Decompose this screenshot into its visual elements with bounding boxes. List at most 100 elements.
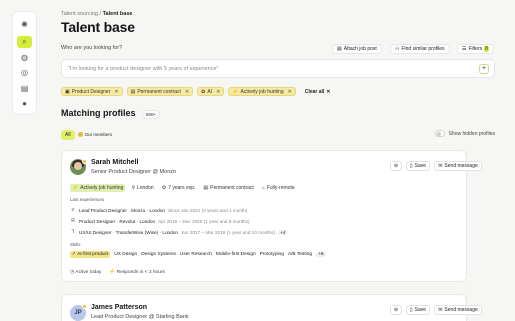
active-filters: ▣ Product Designer ✕ ▤ Permanent contract ✕ …: [61, 87, 331, 96]
filter-chip[interactable]: ⚡ Actively job hunting ✕: [228, 87, 296, 96]
breadcrumb-current: Talent base: [102, 11, 133, 17]
lightning-icon: ⚡: [232, 88, 239, 95]
skill-chip: UX Design: [114, 252, 138, 257]
location-icon: ⚲: [131, 185, 135, 191]
experience-icon: ⚙: [161, 185, 167, 191]
lightning-icon: ⚡: [72, 185, 79, 191]
tag-remote: ⌂ Fully-remote: [261, 185, 295, 191]
profile-name[interactable]: Sarah Mitchell: [91, 159, 138, 166]
profile-role: Lead Product Designer @ Starling Bank: [91, 314, 189, 320]
revolut-logo-icon: R: [71, 218, 75, 224]
close-icon[interactable]: ✕: [216, 89, 220, 95]
find-similar-button[interactable]: ⚇ Find similar profiles: [390, 44, 450, 54]
more-experiences-badge[interactable]: +4: [278, 229, 288, 235]
filters-button[interactable]: ☰ Filters 8: [457, 44, 494, 54]
document-icon[interactable]: ▤: [17, 82, 32, 94]
tag-experience: ⚙ 7 years exp.: [161, 185, 196, 191]
close-icon[interactable]: ✕: [288, 89, 292, 95]
search-icon[interactable]: ⌕: [17, 36, 32, 48]
filters-count-badge: 8: [484, 46, 489, 52]
filter-chip[interactable]: ▣ Product Designer ✕: [61, 87, 123, 96]
filter-chip[interactable]: ✿ AI ✕: [197, 87, 225, 96]
skill-chip: Mobile-first Design: [215, 252, 256, 257]
hide-button[interactable]: ⊘: [390, 161, 402, 171]
clear-all-button[interactable]: Clear all ✕: [305, 89, 331, 95]
send-message-button[interactable]: ✉ Send message: [434, 161, 482, 171]
brain-icon: ✿: [201, 88, 206, 95]
close-icon[interactable]: ✕: [185, 89, 189, 95]
user-avatar-icon[interactable]: ●: [17, 97, 32, 109]
wise-logo-icon: ⅂: [71, 229, 75, 235]
segment-all[interactable]: All: [61, 129, 75, 140]
skill-chip: Design Systems: [141, 252, 176, 257]
contract-icon: ▤: [130, 88, 136, 95]
page-title: Talent base: [61, 19, 135, 35]
skills-list: ✓ AI-first product UX Design Design Syst…: [70, 251, 326, 258]
save-button[interactable]: ▯ Save: [406, 305, 430, 315]
profile-footer: ◷ Active today ⚡ Responds in < 3 hours: [70, 270, 165, 275]
contract-icon: ▤: [203, 185, 209, 191]
search-placeholder: "I'm looking for a product designer with…: [68, 66, 219, 72]
hide-button[interactable]: ⊘: [390, 305, 402, 315]
profile-name[interactable]: James Patterson: [91, 304, 147, 311]
member-badge: [82, 159, 87, 164]
profile-tags: ⚡ Actively job hunting ⚲ London ⚙ 7 years e…: [70, 184, 297, 192]
profile-card[interactable]: JP James Patterson Lead Product Designer…: [61, 294, 482, 321]
skill-chip: ✓ AI-first product: [70, 251, 111, 258]
bookmark-icon: ▯: [409, 163, 413, 169]
skill-chip: A/B Testing: [287, 252, 313, 257]
response-time: ⚡ Responds in < 3 hours: [109, 270, 165, 275]
people-icon: ⚇: [395, 46, 400, 52]
save-button[interactable]: ▯ Save: [406, 161, 430, 171]
experience-item: ⅂ UX/UI Designer · TransferWise (Wise) · …: [71, 229, 288, 235]
skill-chip: User Research: [179, 252, 212, 257]
clock-icon: ◷: [70, 270, 75, 275]
attach-job-post-button[interactable]: ▤ Attach job post: [332, 44, 382, 54]
search-input[interactable]: "I'm looking for a product designer with…: [61, 59, 495, 78]
remote-icon: ⌂: [261, 185, 265, 191]
tag-job-hunting: ⚡ Actively job hunting: [70, 184, 126, 192]
segment-control: All Our members: [61, 129, 112, 140]
experience-label: Last experiences: [70, 197, 105, 202]
eye-off-icon: ⊘: [393, 163, 399, 169]
message-icon: ✉: [438, 307, 443, 313]
add-button[interactable]: +: [479, 64, 489, 74]
section-title: Matching profiles: [61, 108, 136, 118]
profile-role: Senior Product Designer @ Monzo: [91, 169, 177, 175]
logo-icon[interactable]: ✺: [17, 18, 32, 30]
profile-card[interactable]: Sarah Mitchell Senior Product Designer @…: [61, 150, 482, 282]
filter-chip[interactable]: ▤ Permanent contract ✕: [126, 87, 194, 96]
skill-chip: Prototyping: [259, 252, 284, 257]
search-prompt: Who are you looking for?: [61, 45, 123, 51]
target-icon[interactable]: ◎: [17, 66, 32, 78]
experience-item: R Product Designer · Revolut · London Apr …: [71, 218, 250, 224]
tag-contract: ▤ Permanent contract: [203, 185, 254, 191]
tag-location: ⚲ London: [131, 185, 154, 191]
send-message-button[interactable]: ✉ Send message: [434, 305, 482, 315]
briefcase-icon: ▣: [65, 88, 70, 95]
member-badge: [82, 304, 87, 309]
monzo-logo-icon: ≡: [71, 207, 75, 213]
close-icon: ✕: [326, 88, 331, 95]
globe-icon[interactable]: ◍: [17, 51, 32, 63]
close-icon[interactable]: ✕: [114, 89, 118, 95]
activity-status: ◷ Active today: [70, 270, 102, 275]
breadcrumb: Talent sourcing / Talent base: [61, 11, 132, 17]
breadcrumb-separator: /: [99, 11, 102, 17]
hidden-profiles-toggle[interactable]: Show hidden profiles: [434, 130, 495, 137]
skills-label: Skills: [70, 242, 81, 247]
eye-off-icon: ⊘: [393, 307, 399, 313]
members-icon: [77, 132, 83, 137]
lightning-icon: ⚡: [109, 270, 116, 275]
toggle-switch[interactable]: [434, 130, 445, 137]
filters-icon: ☰: [462, 46, 467, 52]
experience-item: ≡ Lead Product Designer · Monzo · London S…: [71, 207, 248, 213]
message-icon: ✉: [438, 163, 443, 169]
bookmark-icon: ▯: [409, 307, 413, 313]
breadcrumb-parent[interactable]: Talent sourcing: [61, 11, 98, 17]
results-count-badge: 500+: [142, 110, 161, 119]
attach-icon: ▤: [337, 46, 342, 52]
segment-members[interactable]: Our members: [77, 132, 112, 137]
more-skills-badge[interactable]: +6: [316, 252, 326, 257]
side-rail: ✺ ⌕ ◍ ◎ ▤ ●: [12, 11, 37, 115]
